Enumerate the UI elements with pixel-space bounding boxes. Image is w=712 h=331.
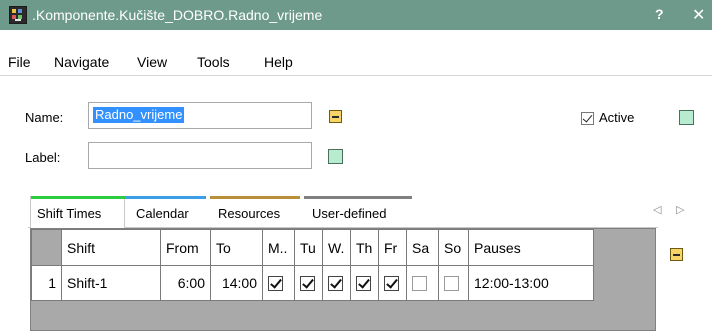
to-time-cell[interactable]: 14:00 xyxy=(210,265,263,301)
shift-name-cell[interactable]: Shift-1 xyxy=(61,265,161,301)
column-header-wednesday[interactable]: W. xyxy=(322,229,351,266)
tab-resources-stripe xyxy=(210,196,300,199)
friday-checkbox[interactable] xyxy=(384,276,399,292)
shift-times-grid: Shift From To M.. Tu W. Th Fr Sa So Paus… xyxy=(30,228,656,331)
title-bar: .Komponente.Kučište_DOBRO.Radno_vrijeme … xyxy=(0,0,712,30)
wednesday-cell xyxy=(322,265,351,301)
saturday-checkbox[interactable] xyxy=(412,276,427,292)
column-header-pauses[interactable]: Pauses xyxy=(468,229,594,266)
help-button[interactable]: ? xyxy=(655,6,664,22)
column-header-to[interactable]: To xyxy=(210,229,263,266)
column-header-from[interactable]: From xyxy=(160,229,211,266)
menu-help[interactable]: Help xyxy=(264,54,293,70)
monday-checkbox[interactable] xyxy=(268,276,283,292)
column-header-monday[interactable]: M.. xyxy=(262,229,295,266)
menu-file[interactable]: File xyxy=(8,54,31,70)
menu-tools[interactable]: Tools xyxy=(197,54,230,70)
name-field[interactable]: Radno_vrijeme xyxy=(88,102,312,129)
monday-cell xyxy=(262,265,295,301)
tab-shift-times[interactable]: Shift Times xyxy=(30,196,126,228)
label-field[interactable] xyxy=(88,142,312,169)
table-header-row: Shift From To M.. Tu W. Th Fr Sa So Paus… xyxy=(31,229,594,266)
wednesday-checkbox[interactable] xyxy=(328,276,343,292)
table-row[interactable]: 1 Shift-1 6:00 14:00 12:00-13:00 xyxy=(31,265,594,301)
menu-view[interactable]: View xyxy=(137,54,167,70)
saturday-cell xyxy=(406,265,439,301)
grid-options-button[interactable] xyxy=(670,248,683,261)
menu-navigate[interactable]: Navigate xyxy=(54,54,109,70)
row-index-cell[interactable]: 1 xyxy=(31,265,62,301)
tab-resources[interactable]: Resources xyxy=(210,196,300,228)
active-indicator-button[interactable] xyxy=(679,110,694,125)
name-field-value: Radno_vrijeme xyxy=(93,107,185,123)
tab-scroll-left-icon[interactable]: ◁ xyxy=(653,203,661,216)
tab-resources-label: Resources xyxy=(218,206,281,221)
tab-shift-times-stripe xyxy=(31,196,126,199)
tab-calendar-label: Calendar xyxy=(136,206,189,221)
close-button[interactable]: ✕ xyxy=(692,5,705,25)
sunday-checkbox[interactable] xyxy=(444,276,459,292)
thursday-checkbox[interactable] xyxy=(356,276,371,292)
tuesday-cell xyxy=(294,265,323,301)
column-header-tuesday[interactable]: Tu xyxy=(294,229,323,266)
app-icon xyxy=(9,6,27,24)
thursday-cell xyxy=(350,265,379,301)
pauses-cell[interactable]: 12:00-13:00 xyxy=(468,265,594,301)
label-label: Label: xyxy=(25,150,61,165)
column-header-sunday[interactable]: So xyxy=(438,229,469,266)
active-checkbox[interactable] xyxy=(581,112,594,125)
name-options-button[interactable] xyxy=(329,110,342,123)
tab-calendar-stripe xyxy=(126,196,206,199)
tab-scroll-right-icon[interactable]: ▷ xyxy=(676,203,684,216)
tab-user-defined-stripe xyxy=(304,196,412,199)
shift-table: Shift From To M.. Tu W. Th Fr Sa So Paus… xyxy=(31,229,594,301)
tab-user-defined[interactable]: User-defined xyxy=(304,196,412,228)
tab-user-defined-label: User-defined xyxy=(312,206,387,221)
menu-bar: File Navigate View Tools Help xyxy=(0,30,712,76)
table-corner-cell xyxy=(31,229,62,266)
tab-shift-times-label: Shift Times xyxy=(37,206,102,221)
tuesday-checkbox[interactable] xyxy=(300,276,315,292)
column-header-saturday[interactable]: Sa xyxy=(406,229,439,266)
column-header-shift[interactable]: Shift xyxy=(61,229,161,266)
label-options-button[interactable] xyxy=(328,149,343,164)
name-label: Name: xyxy=(25,110,64,125)
tab-calendar[interactable]: Calendar xyxy=(126,196,206,228)
column-header-thursday[interactable]: Th xyxy=(350,229,379,266)
active-label: Active xyxy=(599,110,635,125)
sunday-cell xyxy=(438,265,469,301)
column-header-friday[interactable]: Fr xyxy=(378,229,407,266)
from-time-cell[interactable]: 6:00 xyxy=(160,265,211,301)
window-title: .Komponente.Kučište_DOBRO.Radno_vrijeme xyxy=(32,7,323,23)
friday-cell xyxy=(378,265,407,301)
